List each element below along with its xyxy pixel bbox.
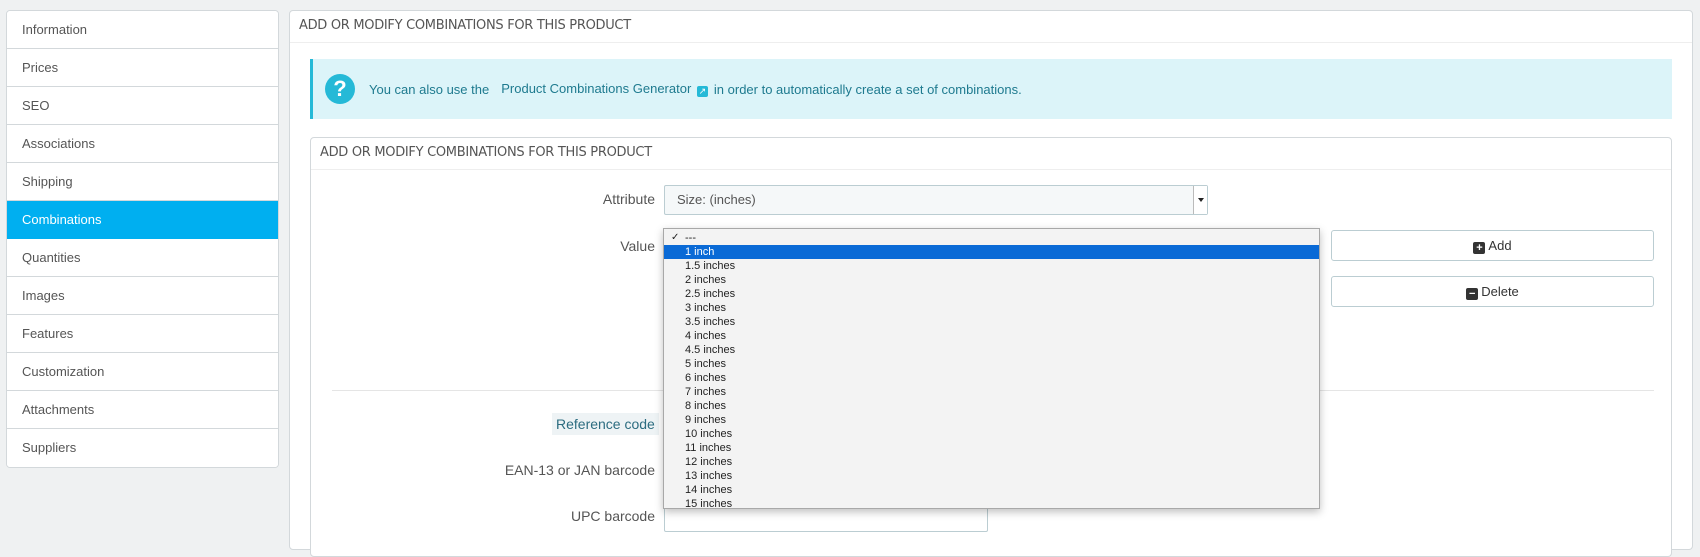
dropdown-option[interactable]: ✓ ---: [664, 231, 1319, 245]
dropdown-option[interactable]: 10 inches: [664, 427, 1319, 441]
external-link-icon: ↗: [696, 86, 708, 97]
sidebar-item-customization[interactable]: Customization: [7, 353, 278, 391]
sidebar-item-associations[interactable]: Associations: [7, 125, 278, 163]
dropdown-option[interactable]: 9 inches: [664, 413, 1319, 427]
combinations-generator-link[interactable]: Product Combinations Generator ↗: [501, 81, 708, 97]
sidebar-item-suppliers[interactable]: Suppliers: [7, 429, 278, 467]
generator-link-label: Product Combinations Generator: [501, 81, 692, 96]
sidebar-item-prices[interactable]: Prices: [7, 49, 278, 87]
checkmark-icon: ✓: [671, 232, 680, 243]
dropdown-option[interactable]: 4 inches: [664, 329, 1319, 343]
dropdown-option[interactable]: 7 inches: [664, 385, 1319, 399]
dropdown-option[interactable]: 8 inches: [664, 399, 1319, 413]
question-icon: ?: [325, 74, 355, 104]
dropdown-option[interactable]: 2 inches: [664, 273, 1319, 287]
dropdown-option[interactable]: 5 inches: [664, 357, 1319, 371]
delete-button[interactable]: − Delete: [1331, 276, 1654, 307]
dropdown-option[interactable]: 15 inches: [664, 497, 1319, 511]
add-button[interactable]: + Add: [1331, 230, 1654, 261]
dropdown-option[interactable]: 1.5 inches: [664, 259, 1319, 273]
minus-square-icon: −: [1466, 288, 1479, 300]
sidebar-item-shipping[interactable]: Shipping: [7, 163, 278, 201]
sidebar-item-attachments[interactable]: Attachments: [7, 391, 278, 429]
dropdown-option[interactable]: 4.5 inches: [664, 343, 1319, 357]
dropdown-option-highlighted[interactable]: 1 inch: [664, 245, 1319, 259]
attribute-label: Attribute: [602, 191, 655, 207]
reference-code-label[interactable]: Reference code: [552, 413, 659, 435]
sidebar-item-information[interactable]: Information: [7, 11, 278, 49]
sub-panel-heading: ADD OR MODIFY COMBINATIONS FOR THIS PROD…: [311, 138, 1671, 170]
value-dropdown-list[interactable]: ✓ --- 1 inch 1.5 inches 2 inches 2.5 inch…: [663, 228, 1320, 511]
dropdown-option[interactable]: 14 inches: [664, 483, 1319, 497]
delete-button-label: Delete: [1481, 284, 1519, 299]
plus-square-icon: +: [1473, 242, 1486, 254]
dropdown-option[interactable]: 13 inches: [664, 469, 1319, 483]
ean-label: EAN-13 or JAN barcode: [504, 462, 655, 478]
dropdown-option[interactable]: 3 inches: [664, 301, 1319, 315]
dropdown-option[interactable]: 2.5 inches: [664, 287, 1319, 301]
dropdown-option[interactable]: 11 inches: [664, 441, 1319, 455]
attribute-select[interactable]: Size: (inches): [664, 185, 1208, 215]
dropdown-option[interactable]: 12 inches: [664, 455, 1319, 469]
product-tabs-sidebar: Information Prices SEO Associations Ship…: [6, 10, 279, 468]
value-label: Value: [620, 238, 655, 254]
sidebar-item-features[interactable]: Features: [7, 315, 278, 353]
alert-suffix: in order to automatically create a set o…: [713, 81, 1022, 97]
add-button-label: Add: [1488, 238, 1512, 253]
chevron-down-icon: [1193, 186, 1207, 214]
sidebar-item-combinations[interactable]: Combinations: [7, 201, 278, 239]
info-alert: ? You can also use the Product Combinati…: [310, 59, 1672, 119]
dropdown-option[interactable]: 3.5 inches: [664, 315, 1319, 329]
sidebar-item-quantities[interactable]: Quantities: [7, 239, 278, 277]
sidebar-item-seo[interactable]: SEO: [7, 87, 278, 125]
upc-label: UPC barcode: [570, 508, 655, 524]
dropdown-option[interactable]: 6 inches: [664, 371, 1319, 385]
sidebar-item-images[interactable]: Images: [7, 277, 278, 315]
panel-heading: ADD OR MODIFY COMBINATIONS FOR THIS PROD…: [290, 11, 1692, 43]
attribute-select-value: Size: (inches): [677, 192, 756, 207]
alert-prefix: You can also use the: [369, 81, 490, 97]
